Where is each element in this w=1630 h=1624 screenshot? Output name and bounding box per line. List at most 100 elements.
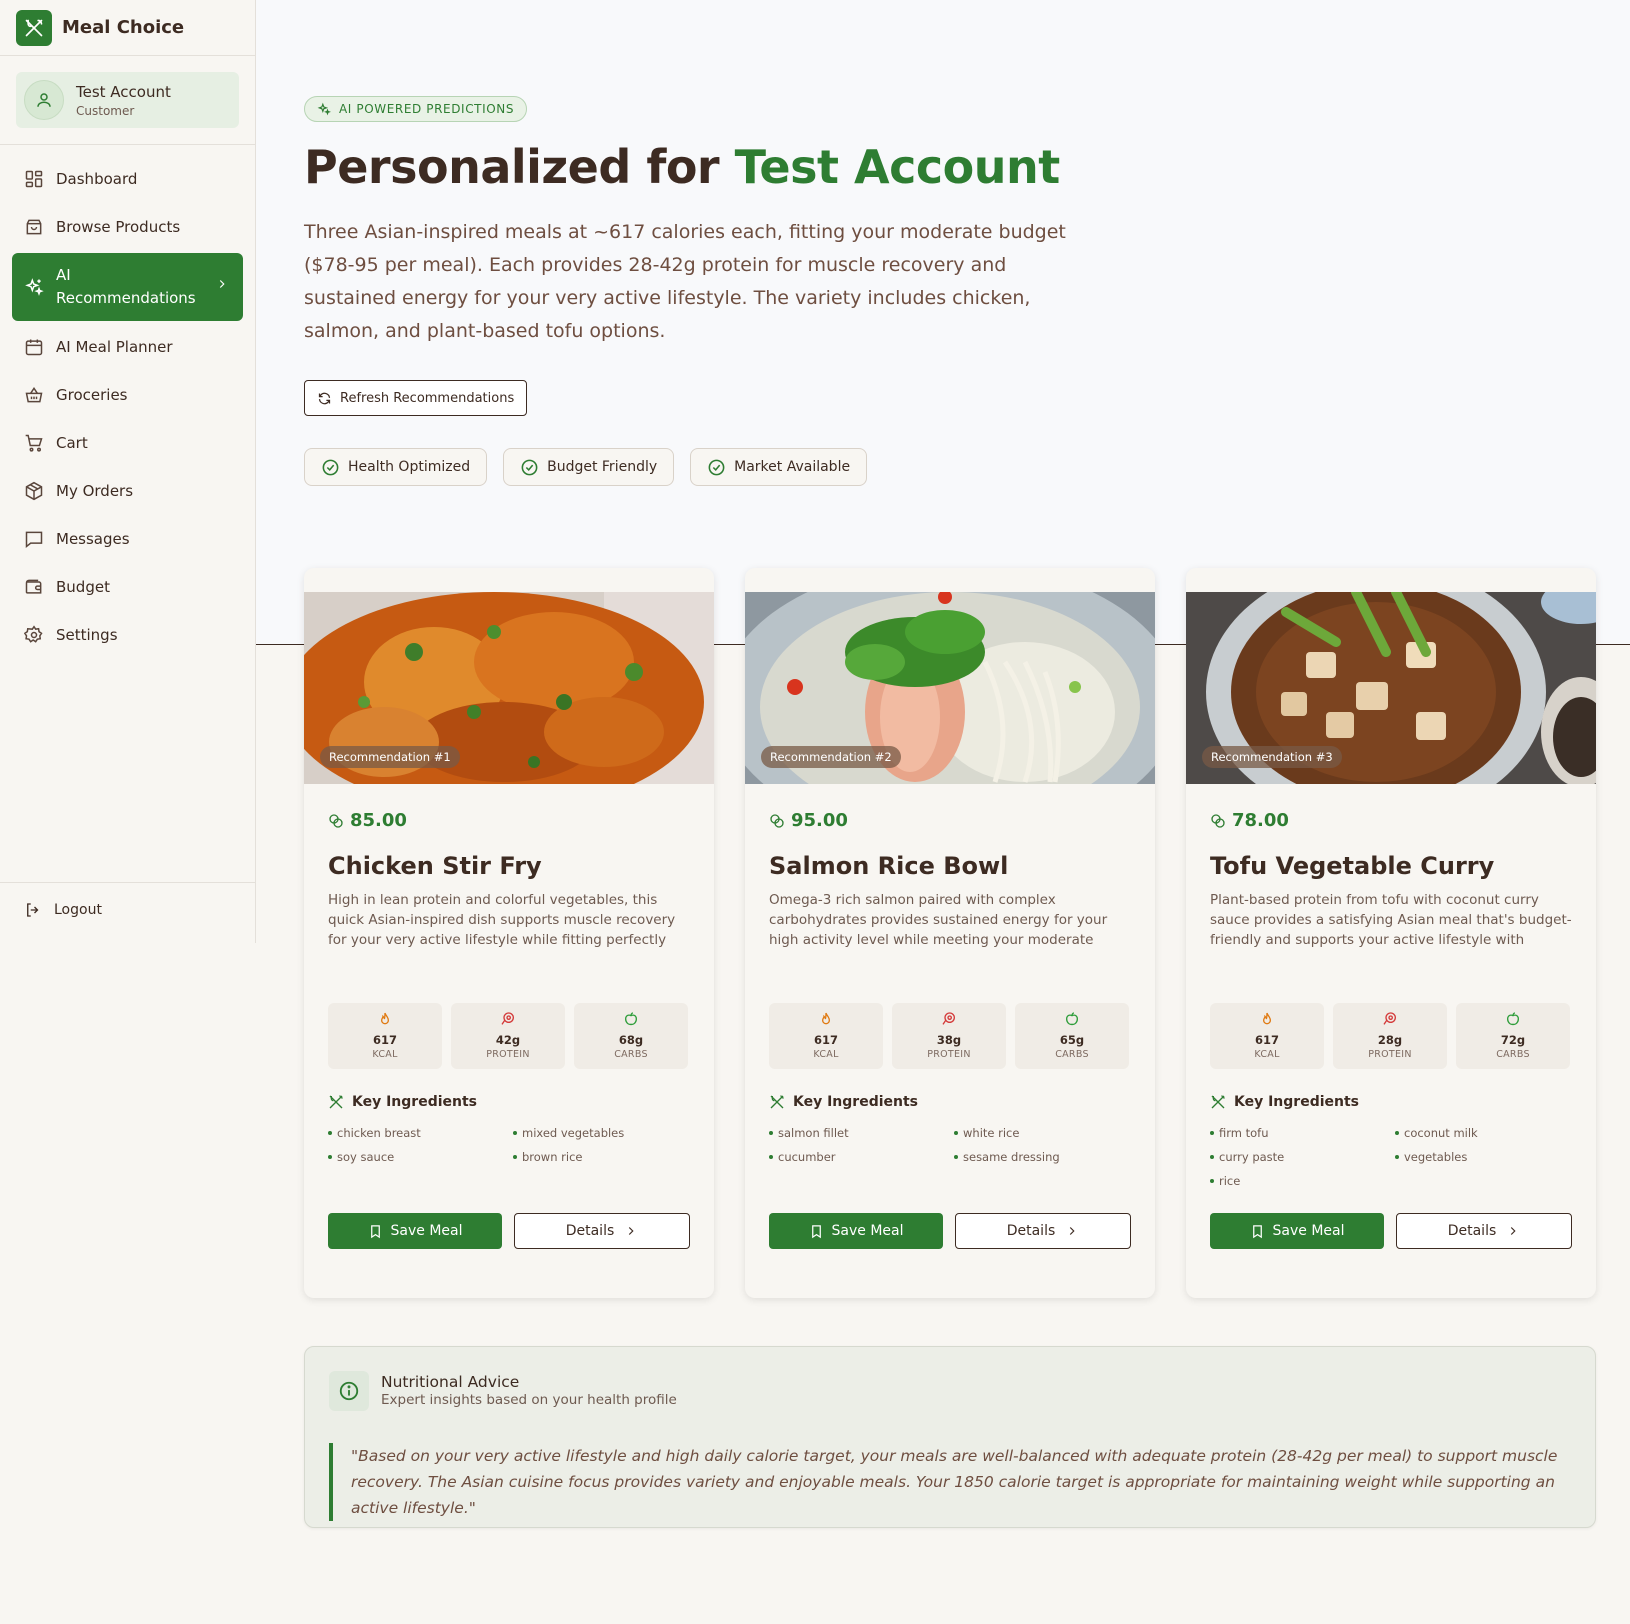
ingredients-heading-label: Key Ingredients xyxy=(1234,1094,1360,1110)
refresh-recommendations-button[interactable]: Refresh Recommendations xyxy=(304,380,528,416)
sparkles-icon xyxy=(24,277,44,297)
bookmark-icon xyxy=(368,1224,383,1239)
stat-value: 617 xyxy=(372,1033,397,1047)
save-meal-label: Save Meal xyxy=(831,1223,904,1239)
meal-card: Recommendation #2 95.00 Salmon Rice Bowl… xyxy=(745,568,1155,1298)
flame-icon xyxy=(818,1011,834,1029)
ai-badge: AI POWERED PREDICTIONS xyxy=(304,96,528,122)
advice-quote: "Based on your very active lifestyle and… xyxy=(329,1443,1573,1521)
beef-icon xyxy=(941,1011,957,1029)
user-role: Customer xyxy=(76,103,135,118)
advice-subtitle: Expert insights based on your health pro… xyxy=(381,1392,677,1408)
stat-label: CARBS xyxy=(614,1049,648,1060)
stat-kcal: 617 KCAL xyxy=(1210,1003,1324,1069)
sidebar-item-ai-meal-planner[interactable]: AI Meal Planner xyxy=(12,325,243,369)
stat-protein: 38g PROTEIN xyxy=(892,1003,1006,1069)
details-button[interactable]: Details xyxy=(514,1213,690,1249)
package-icon xyxy=(24,481,44,501)
sidebar-item-my-orders[interactable]: My Orders xyxy=(12,469,243,513)
ingredient-item: white rice xyxy=(954,1124,1139,1142)
sparkles-icon xyxy=(317,102,331,116)
stat-label: KCAL xyxy=(372,1049,398,1060)
beef-icon xyxy=(1382,1011,1398,1029)
details-label: Details xyxy=(565,1223,615,1239)
meal-price-value: 78.00 xyxy=(1232,810,1289,831)
apple-icon xyxy=(1505,1011,1521,1029)
ingredient-item: coconut milk xyxy=(1395,1124,1580,1142)
nutrition-stats: 617 KCAL 42g PROTEIN 68g CARBS xyxy=(328,1003,697,1069)
meal-card: Recommendation #3 78.00 Tofu Vegetable C… xyxy=(1186,568,1596,1298)
page-title: Personalized for Test Account xyxy=(304,140,1060,194)
utensils-icon xyxy=(16,9,52,46)
flame-icon xyxy=(377,1011,393,1029)
hero-section: AI POWERED PREDICTIONS Personalized for … xyxy=(256,0,1630,645)
stat-protein: 42g PROTEIN xyxy=(451,1003,565,1069)
ingredient-item: soy sauce xyxy=(328,1148,513,1166)
wallet-icon xyxy=(24,577,44,597)
save-meal-button[interactable]: Save Meal xyxy=(328,1213,502,1249)
stat-value: 65g xyxy=(1059,1033,1085,1047)
meal-image-tofu-curry: Recommendation #3 xyxy=(1186,592,1596,784)
user-name: Test Account xyxy=(76,82,171,101)
meal-title: Salmon Rice Bowl xyxy=(769,852,1009,880)
ingredient-item: chicken breast xyxy=(328,1124,513,1142)
page-title-prefix: Personalized for xyxy=(304,140,735,194)
advice-title: Nutritional Advice xyxy=(381,1373,520,1391)
stat-label: KCAL xyxy=(813,1049,839,1060)
beef-icon xyxy=(500,1011,516,1029)
sidebar-item-cart[interactable]: Cart xyxy=(12,421,243,465)
logout-icon xyxy=(24,901,42,919)
chevron-right-icon xyxy=(624,1224,638,1238)
calendar-icon xyxy=(24,337,44,357)
sidebar-item-browse-products[interactable]: Browse Products xyxy=(12,205,243,249)
nutritional-advice-panel: Nutritional Advice Expert insights based… xyxy=(304,1346,1596,1528)
details-label: Details xyxy=(1447,1223,1497,1239)
sidebar-item-settings[interactable]: Settings xyxy=(12,613,243,657)
chip-label: Budget Friendly xyxy=(547,459,658,475)
stat-label: PROTEIN xyxy=(927,1049,971,1060)
page-title-name: Test Account xyxy=(734,140,1061,194)
details-button[interactable]: Details xyxy=(955,1213,1131,1249)
sidebar-item-groceries[interactable]: Groceries xyxy=(12,373,243,417)
stat-value: 617 xyxy=(813,1033,838,1047)
sidebar-nav: Dashboard Browse Products AI Recommendat… xyxy=(0,145,255,673)
details-button[interactable]: Details xyxy=(1396,1213,1572,1249)
check-circle-icon xyxy=(321,458,340,477)
grid-icon xyxy=(24,169,44,189)
ingredient-item: curry paste xyxy=(1210,1148,1395,1166)
ingredient-item: firm tofu xyxy=(1210,1124,1395,1142)
user-card[interactable]: Test Account Customer xyxy=(16,72,239,128)
ingredient-item: vegetables xyxy=(1395,1148,1580,1166)
meal-image-chicken-curry: Recommendation #1 xyxy=(304,592,714,784)
cart-icon xyxy=(24,433,44,453)
sidebar-item-label: Budget xyxy=(56,578,110,596)
utensils-icon xyxy=(328,1094,344,1110)
hero-description: Three Asian-inspired meals at ~617 calor… xyxy=(304,221,1066,342)
ingredients-list: firm tofu coconut milk curry paste veget… xyxy=(1210,1124,1580,1190)
stat-value: 42g xyxy=(495,1033,521,1047)
apple-icon xyxy=(1064,1011,1080,1029)
sidebar-item-dashboard[interactable]: Dashboard xyxy=(12,157,243,201)
save-meal-button[interactable]: Save Meal xyxy=(1210,1213,1384,1249)
nutrition-stats: 617 KCAL 28g PROTEIN 72g CARBS xyxy=(1210,1003,1579,1069)
sidebar-item-ai-recommendations[interactable]: AI Recommendations xyxy=(12,253,243,321)
refresh-label: Refresh Recommendations xyxy=(340,390,515,406)
meal-description: High in lean protein and colorful vegeta… xyxy=(328,892,676,948)
sidebar-item-label: Messages xyxy=(56,530,130,548)
ai-badge-label: AI POWERED PREDICTIONS xyxy=(339,102,515,116)
chevron-right-icon xyxy=(215,277,229,295)
stat-label: PROTEIN xyxy=(486,1049,530,1060)
recommendation-tag: Recommendation #1 xyxy=(320,746,460,768)
brand[interactable]: Meal Choice xyxy=(0,0,255,56)
brand-name: Meal Choice xyxy=(62,17,185,38)
chip-health-optimized: Health Optimized xyxy=(304,448,488,486)
logout-button[interactable]: Logout xyxy=(0,882,256,919)
sidebar-item-messages[interactable]: Messages xyxy=(12,517,243,561)
save-meal-button[interactable]: Save Meal xyxy=(769,1213,943,1249)
recommendation-tag: Recommendation #2 xyxy=(761,746,901,768)
meal-description: Omega-3 rich salmon paired with complex … xyxy=(769,892,1108,948)
sidebar-item-budget[interactable]: Budget xyxy=(12,565,243,609)
meal-price-value: 95.00 xyxy=(791,810,848,831)
gear-icon xyxy=(24,625,44,645)
info-icon xyxy=(329,1371,369,1411)
